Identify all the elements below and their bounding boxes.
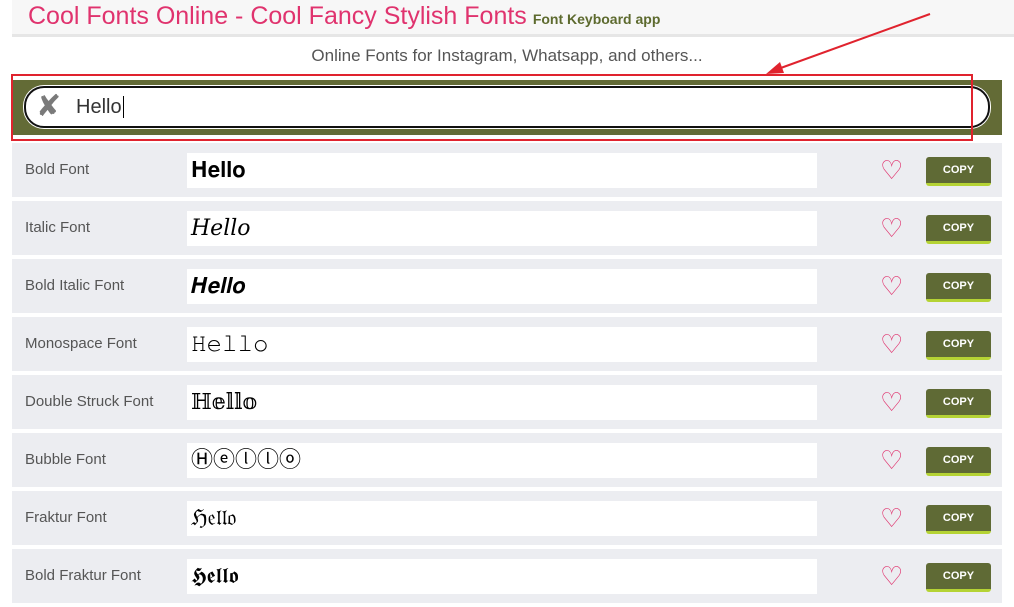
font-output[interactable]: 𝐻𝑒𝑙𝑙𝑜 <box>187 211 817 246</box>
font-row: Fraktur Font ℌ𝔢𝔩𝔩𝔬 ♡ COPY <box>12 491 1002 545</box>
font-label: Fraktur Font <box>25 509 107 526</box>
heart-icon[interactable]: ♡ <box>880 155 903 185</box>
heart-icon[interactable]: ♡ <box>880 387 903 417</box>
font-output[interactable]: 𝑯𝒆𝒍𝒍𝒐 <box>187 269 817 304</box>
heart-icon[interactable]: ♡ <box>880 445 903 475</box>
font-label: Bubble Font <box>25 451 106 468</box>
font-label: Bold Italic Font <box>25 277 125 294</box>
font-output[interactable]: ℍ𝕖𝕝𝕝𝕠 <box>187 385 817 420</box>
font-row: Bold Italic Font 𝑯𝒆𝒍𝒍𝒐 ♡ COPY <box>12 259 1002 313</box>
font-label: Monospace Font <box>25 335 137 352</box>
copy-button[interactable]: COPY <box>926 157 991 186</box>
heart-icon[interactable]: ♡ <box>880 271 903 301</box>
copy-button[interactable]: COPY <box>926 215 991 244</box>
heart-icon[interactable]: ♡ <box>880 329 903 359</box>
font-output[interactable]: ℌ𝔢𝔩𝔩𝔬 <box>187 501 817 536</box>
font-output[interactable]: 𝐇𝐞𝐥𝐥𝐨 <box>187 153 817 188</box>
font-output[interactable]: 𝙷𝚎𝚕𝚕𝚘 <box>187 327 817 362</box>
font-row: Bubble Font Ⓗⓔⓛⓛⓞ ♡ COPY <box>12 433 1002 487</box>
font-label: Bold Font <box>25 161 90 178</box>
copy-button[interactable]: COPY <box>926 389 991 418</box>
font-output[interactable]: 𝕳𝖊𝖑𝖑𝖔 <box>187 559 817 594</box>
heart-icon[interactable]: ♡ <box>880 503 903 533</box>
copy-button[interactable]: COPY <box>926 447 991 476</box>
annotation-arrow <box>766 13 931 74</box>
font-label: Bold Fraktur Font <box>25 567 141 584</box>
copy-button[interactable]: COPY <box>926 563 991 592</box>
font-row: Double Struck Font ℍ𝕖𝕝𝕝𝕠 ♡ COPY <box>12 375 1002 429</box>
heart-icon[interactable]: ♡ <box>880 213 903 243</box>
copy-button[interactable]: COPY <box>926 505 991 534</box>
font-label: Italic Font <box>25 219 91 236</box>
font-label: Double Struck Font <box>25 393 154 410</box>
heart-icon[interactable]: ♡ <box>880 561 903 591</box>
copy-button[interactable]: COPY <box>926 273 991 302</box>
copy-button[interactable]: COPY <box>926 331 991 360</box>
font-row: Bold Font 𝐇𝐞𝐥𝐥𝐨 ♡ COPY <box>12 143 1002 197</box>
font-output[interactable]: Ⓗⓔⓛⓛⓞ <box>187 443 817 478</box>
font-row: Bold Fraktur Font 𝕳𝖊𝖑𝖑𝖔 ♡ COPY <box>12 549 1002 603</box>
font-row: Italic Font 𝐻𝑒𝑙𝑙𝑜 ♡ COPY <box>12 201 1002 255</box>
font-row: Monospace Font 𝙷𝚎𝚕𝚕𝚘 ♡ COPY <box>12 317 1002 371</box>
